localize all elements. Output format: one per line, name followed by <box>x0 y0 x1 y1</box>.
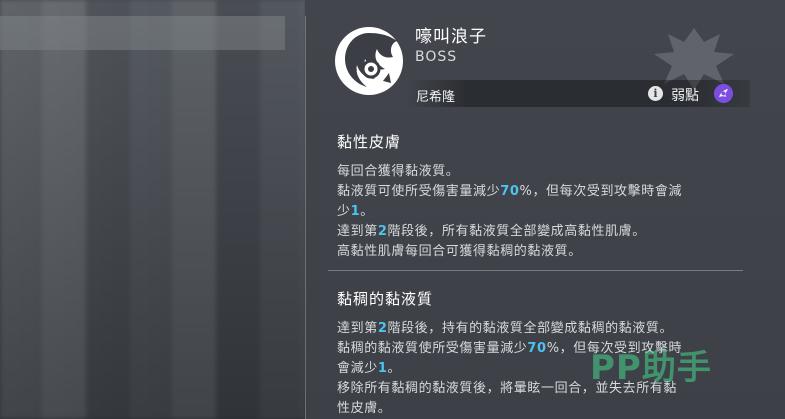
boss-area-name: 尼希隆 <box>416 90 456 105</box>
skill-title: 黏稠的黏液質 <box>337 290 434 308</box>
weakness-label[interactable]: 弱點 <box>671 85 699 105</box>
boss-name: 嚎叫浪子 <box>415 27 487 47</box>
description-line: 每回合獲得黏液質。 <box>337 164 460 179</box>
description-line: 少1。 <box>337 204 374 219</box>
boss-rank: BOSS <box>415 49 458 65</box>
background-overlay <box>0 0 305 419</box>
highlight-value: 2 <box>377 321 388 336</box>
description-line: 達到第2階段後，持有的黏液質全部變成黏稠的黏液質。 <box>337 321 674 336</box>
description-line: 高黏性肌膚每回合可獲得黏稠的黏液質。 <box>337 244 582 259</box>
highlight-value: 70 <box>500 184 520 199</box>
info-icon[interactable]: i <box>648 86 663 101</box>
skill-description: 每回合獲得黏液質。黏液質可使所受傷害量減少70%，但每次受到攻擊時會減 少1。達到… <box>337 162 757 262</box>
description-line: 性皮膚。 <box>337 401 392 416</box>
description-line: 黏液質可使所受傷害量減少70%，但每次受到攻擊時會減 <box>337 184 683 199</box>
skill-section-1: 黏性皮膚 每回合獲得黏液質。黏液質可使所受傷害量減少70%，但每次受到攻擊時會減… <box>337 131 757 262</box>
highlight-value: 70 <box>527 341 547 356</box>
watermark-logo: PP助手 <box>590 348 712 388</box>
weakness-element-icon[interactable] <box>714 84 733 103</box>
skill-title: 黏性皮膚 <box>337 133 402 151</box>
highlight-value: 2 <box>377 224 388 239</box>
highlight-value: 1 <box>350 204 361 219</box>
panel-divider <box>305 16 306 419</box>
highlight-value: 1 <box>377 361 388 376</box>
skill-divider <box>328 270 743 271</box>
boss-emblem-icon <box>335 27 403 95</box>
description-line: 達到第2階段後，所有黏液質全部變成高黏性肌膚。 <box>337 224 646 239</box>
